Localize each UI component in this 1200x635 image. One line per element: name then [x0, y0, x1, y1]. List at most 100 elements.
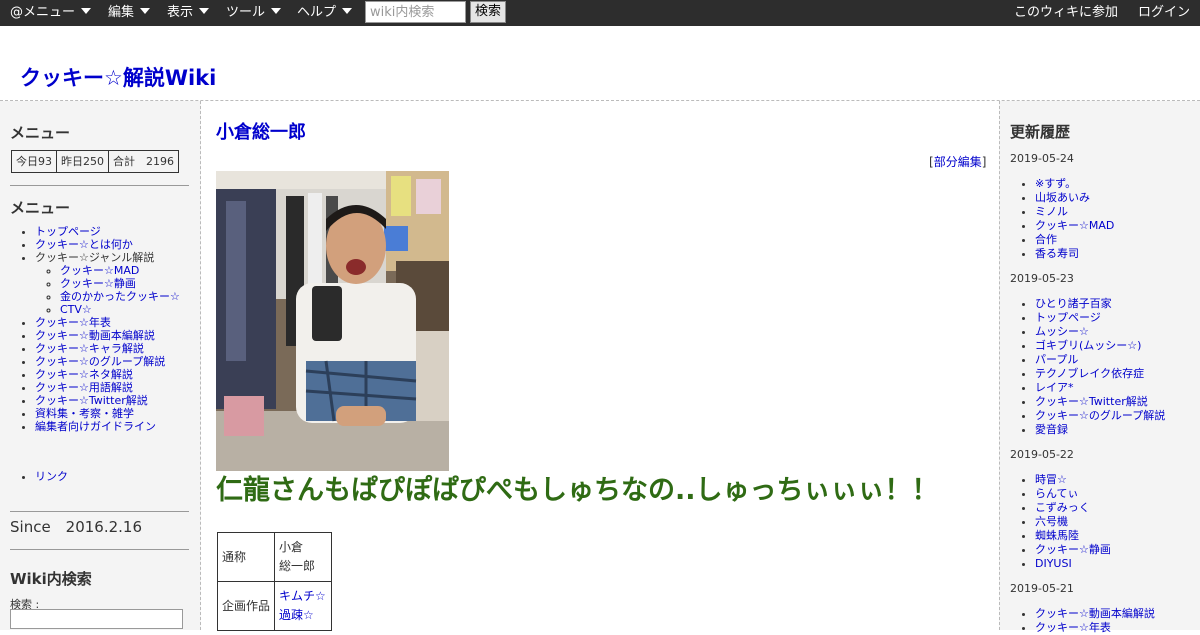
list-item[interactable]: ひとり諸子百家: [1035, 297, 1165, 311]
list-item[interactable]: ※すず。: [1035, 177, 1114, 191]
list-item[interactable]: 蜘蛛馬陸: [1035, 529, 1111, 543]
menu-edit[interactable]: 編集: [108, 0, 151, 26]
update-link: 六号機: [1035, 515, 1068, 528]
sidebar-item-what[interactable]: クッキー☆とは何か: [35, 238, 180, 251]
list-item[interactable]: クッキー☆MAD: [1035, 219, 1114, 233]
menu-help[interactable]: ヘルプ: [297, 0, 353, 26]
sidebar-item-rich[interactable]: 金のかかったクッキー☆: [60, 290, 180, 303]
wiki-search-input[interactable]: [365, 1, 466, 23]
menu-view-label: 表示: [167, 5, 194, 20]
access-counter: 今日93 昨日250 合計 2196: [11, 150, 179, 173]
sidebar-item-video[interactable]: クッキー☆動画本編解説: [35, 329, 180, 342]
sidebar-item-guide[interactable]: 編集者向けガイドライン: [35, 420, 180, 433]
sidebar-item-label: 金のかかったクッキー☆: [60, 290, 180, 303]
list-item[interactable]: 合作: [1035, 233, 1114, 247]
sidebar-item-ctv[interactable]: CTV☆: [60, 303, 180, 316]
list-item[interactable]: ゴキブリ(ムッシー☆): [1035, 339, 1165, 353]
menu-tools[interactable]: ツール: [226, 0, 282, 26]
sidebar-item-group[interactable]: クッキー☆のグループ解説: [35, 355, 180, 368]
update-link: ※すず。: [1035, 177, 1077, 190]
table-row: 企画作品 キムチ☆ 過疎☆: [217, 581, 332, 631]
update-link: トップページ: [1035, 311, 1101, 324]
update-link: こずみっく: [1035, 501, 1090, 514]
update-link: DIYUSI: [1035, 557, 1072, 570]
search-button[interactable]: 検索: [470, 1, 506, 23]
list-item[interactable]: トップページ: [1035, 311, 1165, 325]
work-link-kaso[interactable]: 過疎☆: [279, 608, 314, 622]
update-link: 時冒☆: [1035, 473, 1067, 486]
sidebar-item-label: 資料集・考察・雑学: [35, 407, 134, 420]
sidebar-item-timeline[interactable]: クッキー☆年表: [35, 316, 180, 329]
update-link: 山坂あいみ: [1035, 191, 1090, 204]
table-label: 通称: [217, 532, 275, 582]
join-wiki-link[interactable]: このウィキに参加: [1014, 0, 1118, 26]
list-item[interactable]: ムッシー☆: [1035, 325, 1165, 339]
table-label: 企画作品: [217, 581, 275, 631]
bracket-close: ]: [981, 155, 987, 169]
sidebar-item-neta[interactable]: クッキー☆ネタ解説: [35, 368, 180, 381]
login-link[interactable]: ログイン: [1138, 0, 1190, 26]
update-date: 2019-05-21: [1010, 582, 1074, 595]
update-list: 時冒☆ らんてぃ こずみっく 六号機 蜘蛛馬陸 クッキー☆静画 DIYUSI: [1035, 473, 1111, 571]
top-menu-bar: @メニュー 編集 表示 ツール ヘルプ 検索 このウィキに参加 ログイン: [0, 0, 1200, 26]
sidebar-item-seiga[interactable]: クッキー☆静画: [60, 277, 180, 290]
sidebar-item-label: クッキー☆のグループ解説: [35, 355, 166, 368]
section-edit-link[interactable]: 部分編集: [934, 155, 982, 169]
sidebar-item-term[interactable]: クッキー☆用語解説: [35, 381, 180, 394]
chevron-down-icon: [81, 8, 92, 14]
list-item[interactable]: こずみっく: [1035, 501, 1111, 515]
list-item[interactable]: テクノブレイク依存症: [1035, 367, 1165, 381]
list-item[interactable]: らんてぃ: [1035, 487, 1111, 501]
list-item[interactable]: 愛音録: [1035, 423, 1165, 437]
site-title[interactable]: クッキー☆解説Wiki: [20, 62, 216, 92]
page-title[interactable]: 小倉総一郎: [216, 118, 306, 144]
list-item[interactable]: 六号機: [1035, 515, 1111, 529]
update-link: 合作: [1035, 233, 1057, 246]
list-item[interactable]: 時冒☆: [1035, 473, 1111, 487]
update-link: クッキー☆MAD: [1035, 219, 1115, 232]
list-item[interactable]: クッキー☆Twitter解説: [1035, 395, 1165, 409]
sidebar-item-chara[interactable]: クッキー☆キャラ解説: [35, 342, 180, 355]
sidebar-item-twitter[interactable]: クッキー☆Twitter解説: [35, 394, 180, 407]
sidebar-item-mad[interactable]: クッキー☆MAD: [60, 264, 180, 277]
list-item[interactable]: 山坂あいみ: [1035, 191, 1114, 205]
update-link: らんてぃ: [1035, 487, 1079, 500]
update-date: 2019-05-23: [1010, 272, 1074, 285]
list-item[interactable]: クッキー☆のグループ解説: [1035, 409, 1165, 423]
sidebar-item-label: クッキー☆ジャンル解説: [35, 251, 155, 264]
menu-view[interactable]: 表示: [167, 0, 210, 26]
section-edit: [部分編集]: [929, 153, 986, 170]
sidebar-item-label: クッキー☆静画: [60, 277, 136, 290]
update-link: パープル: [1035, 353, 1079, 366]
list-item[interactable]: DIYUSI: [1035, 557, 1111, 571]
sidebar-item-links[interactable]: リンク: [35, 468, 68, 484]
list-item[interactable]: クッキー☆動画本編解説: [1035, 607, 1155, 621]
sidebar-item-label: トップページ: [35, 225, 101, 238]
list-item[interactable]: 香る寿司: [1035, 247, 1114, 261]
alias-line-1: 小倉: [279, 540, 304, 554]
list-item[interactable]: レイア*: [1035, 381, 1165, 395]
since-date: Since 2016.2.16: [10, 518, 143, 536]
menu-edit-label: 編集: [108, 5, 135, 20]
sidebar-item-label: クッキー☆動画本編解説: [35, 329, 155, 342]
sidebar-item-docs[interactable]: 資料集・考察・雑学: [35, 407, 180, 420]
sidebar-item-label: クッキー☆年表: [35, 316, 111, 329]
menu-atmenu[interactable]: @メニュー: [10, 0, 92, 26]
sidebar-item-top[interactable]: トップページ: [35, 225, 180, 238]
sidebar-menu: トップページ クッキー☆とは何か クッキー☆ジャンル解説 クッキー☆MAD クッ…: [19, 225, 180, 433]
work-link-kimchi[interactable]: キムチ☆: [279, 589, 326, 603]
chevron-down-icon: [342, 8, 353, 14]
menu-heading: メニュー: [10, 124, 71, 142]
table-row: 通称 小倉 総一郎: [217, 532, 332, 582]
sidebar-item-label: クッキー☆キャラ解説: [35, 342, 144, 355]
update-date: 2019-05-22: [1010, 448, 1074, 461]
list-item[interactable]: クッキー☆静画: [1035, 543, 1111, 557]
list-item[interactable]: ミノル: [1035, 205, 1114, 219]
update-list: ※すず。 山坂あいみ ミノル クッキー☆MAD 合作 香る寿司: [1035, 177, 1114, 261]
list-item[interactable]: パープル: [1035, 353, 1165, 367]
update-link: クッキー☆年表: [1035, 621, 1111, 634]
menu-help-label: ヘルプ: [297, 5, 337, 20]
menu-heading-2: メニュー: [10, 199, 71, 217]
sidebar-search-input[interactable]: [10, 609, 183, 629]
list-item[interactable]: クッキー☆年表: [1035, 621, 1155, 635]
